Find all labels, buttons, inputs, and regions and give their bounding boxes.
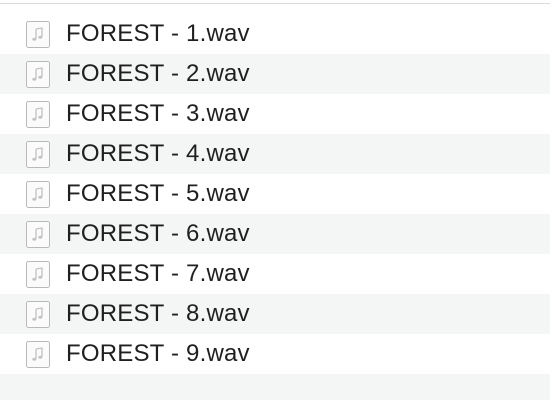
file-name: FOREST - 8.wav	[66, 300, 250, 327]
file-row-2[interactable]: FOREST - 2.wav	[0, 54, 550, 94]
file-name: FOREST - 1.wav	[66, 20, 250, 47]
top-divider	[0, 3, 550, 4]
audio-file-icon	[26, 60, 50, 88]
audio-file-icon	[26, 340, 50, 368]
file-row-9[interactable]: FOREST - 9.wav	[0, 334, 550, 374]
file-name: FOREST - 7.wav	[66, 260, 250, 287]
file-row-8[interactable]: FOREST - 8.wav	[0, 294, 550, 334]
audio-file-icon	[26, 220, 50, 248]
file-name: FOREST - 2.wav	[66, 60, 250, 87]
audio-file-icon	[26, 140, 50, 168]
empty-row-stripe	[0, 374, 550, 400]
file-row-7[interactable]: FOREST - 7.wav	[0, 254, 550, 294]
audio-file-icon	[26, 260, 50, 288]
audio-file-icon	[26, 20, 50, 48]
file-row-3[interactable]: FOREST - 3.wav	[0, 94, 550, 134]
file-name: FOREST - 9.wav	[66, 340, 250, 367]
audio-file-icon	[26, 100, 50, 128]
file-name: FOREST - 3.wav	[66, 100, 250, 127]
audio-file-icon	[26, 300, 50, 328]
file-list: FOREST - 1.wav FOREST - 2.wav FOREST - 3…	[0, 14, 550, 374]
file-name: FOREST - 4.wav	[66, 140, 250, 167]
file-row-4[interactable]: FOREST - 4.wav	[0, 134, 550, 174]
file-row-5[interactable]: FOREST - 5.wav	[0, 174, 550, 214]
file-name: FOREST - 6.wav	[66, 220, 250, 247]
file-row-1[interactable]: FOREST - 1.wav	[0, 14, 550, 54]
file-name: FOREST - 5.wav	[66, 180, 250, 207]
file-row-6[interactable]: FOREST - 6.wav	[0, 214, 550, 254]
audio-file-icon	[26, 180, 50, 208]
